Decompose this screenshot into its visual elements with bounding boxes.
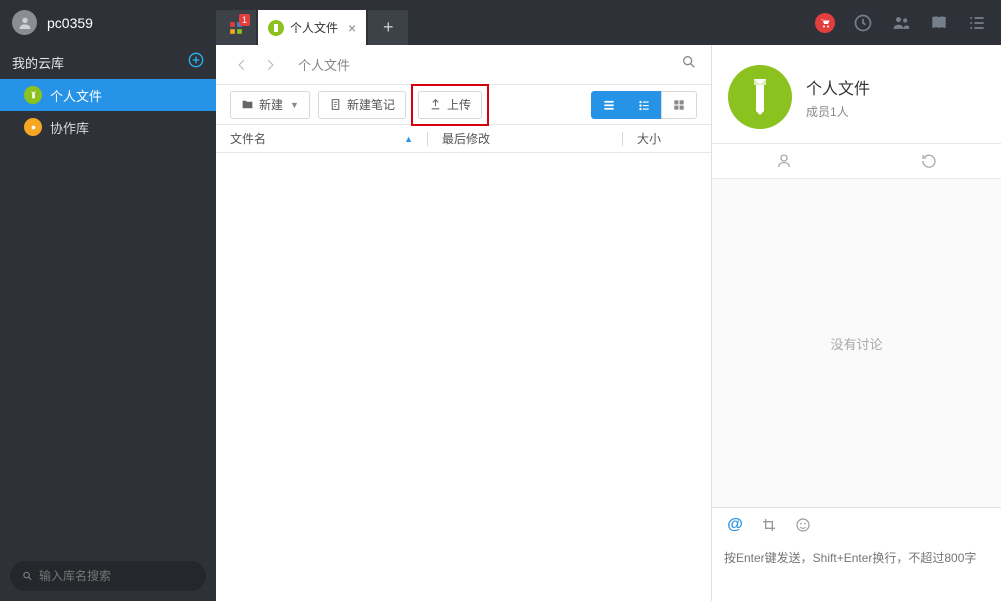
upload-highlight: 上传 [411, 84, 489, 126]
search-icon [22, 569, 33, 583]
new-note-button[interactable]: 新建笔记 [318, 91, 406, 119]
col-name[interactable]: 文件名 ▲ [230, 130, 427, 147]
notification-badge: 1 [239, 14, 250, 26]
folder-icon [24, 86, 42, 104]
folder-icon [268, 20, 284, 36]
tab-strip: 1 个人文件 × + [216, 0, 1001, 45]
back-icon[interactable] [230, 53, 254, 77]
new-button[interactable]: 新建 ▼ [230, 91, 310, 119]
user-row[interactable]: pc0359 [0, 0, 216, 45]
cart-icon[interactable] [815, 13, 835, 33]
file-list [216, 153, 711, 601]
mention-icon[interactable]: @ [726, 516, 744, 534]
upload-icon [429, 98, 442, 111]
comment-input[interactable] [712, 541, 1001, 601]
clock-icon[interactable] [853, 13, 873, 33]
sidebar-search-input[interactable] [39, 569, 194, 583]
view-grid[interactable] [661, 91, 697, 119]
top-toolbar [815, 0, 1001, 45]
close-icon[interactable]: × [348, 20, 356, 36]
people-icon[interactable] [891, 13, 911, 33]
chevron-down-icon: ▼ [290, 100, 299, 110]
list-icon[interactable] [967, 13, 987, 33]
view-switch [591, 91, 697, 119]
panel-tabs [712, 143, 1001, 179]
sidebar-header: 我的云库 [0, 45, 216, 79]
book-icon[interactable] [929, 13, 949, 33]
note-icon [329, 98, 342, 111]
sidebar-item-collab[interactable]: 协作库 [0, 111, 216, 143]
add-library-icon[interactable] [188, 52, 204, 73]
crop-icon[interactable] [760, 516, 778, 534]
right-panel: 个人文件 成员1人 没有讨论 @ [711, 45, 1001, 601]
sidebar-search[interactable] [10, 561, 206, 591]
main: 1 个人文件 × + [216, 0, 1001, 601]
col-size[interactable]: 大小 [637, 130, 697, 147]
comment-textarea[interactable] [724, 549, 989, 593]
user-name: pc0359 [47, 15, 93, 31]
view-detail[interactable] [591, 91, 627, 119]
emoji-icon[interactable] [794, 516, 812, 534]
tab-members[interactable] [712, 144, 857, 178]
sidebar-item-label: 协作库 [50, 118, 89, 137]
tab-active[interactable]: 个人文件 × [258, 10, 366, 45]
tab-dashboard[interactable]: 1 [216, 10, 256, 45]
breadcrumb-path: 个人文件 [292, 55, 681, 74]
discussion-empty: 没有讨论 [712, 179, 1001, 507]
breadcrumb: 个人文件 [216, 45, 711, 85]
panel-title: 个人文件 [806, 75, 870, 99]
tab-label: 个人文件 [290, 19, 338, 36]
sidebar: pc0359 我的云库 个人文件 协作库 [0, 0, 216, 601]
column-header: 文件名 ▲ 最后修改 大小 [216, 125, 711, 153]
upload-button[interactable]: 上传 [418, 91, 482, 119]
tab-activity[interactable] [857, 144, 1001, 178]
sort-asc-icon: ▲ [404, 134, 413, 144]
sidebar-title: 我的云库 [12, 53, 64, 72]
sidebar-item-label: 个人文件 [50, 86, 102, 105]
forward-icon[interactable] [258, 53, 282, 77]
library-icon [728, 65, 792, 129]
avatar-icon [12, 10, 37, 35]
tab-new[interactable]: + [368, 10, 408, 45]
folder-plus-icon [241, 98, 254, 111]
view-list[interactable] [626, 91, 662, 119]
comment-toolbar: @ [712, 507, 1001, 541]
info-card: 个人文件 成员1人 [712, 45, 1001, 143]
search-icon[interactable] [681, 54, 697, 75]
col-modified[interactable]: 最后修改 [442, 130, 622, 147]
sidebar-item-personal[interactable]: 个人文件 [0, 79, 216, 111]
toolbar: 新建 ▼ 新建笔记 上传 [216, 85, 711, 125]
panel-subtitle: 成员1人 [806, 103, 870, 120]
collab-icon [24, 118, 42, 136]
